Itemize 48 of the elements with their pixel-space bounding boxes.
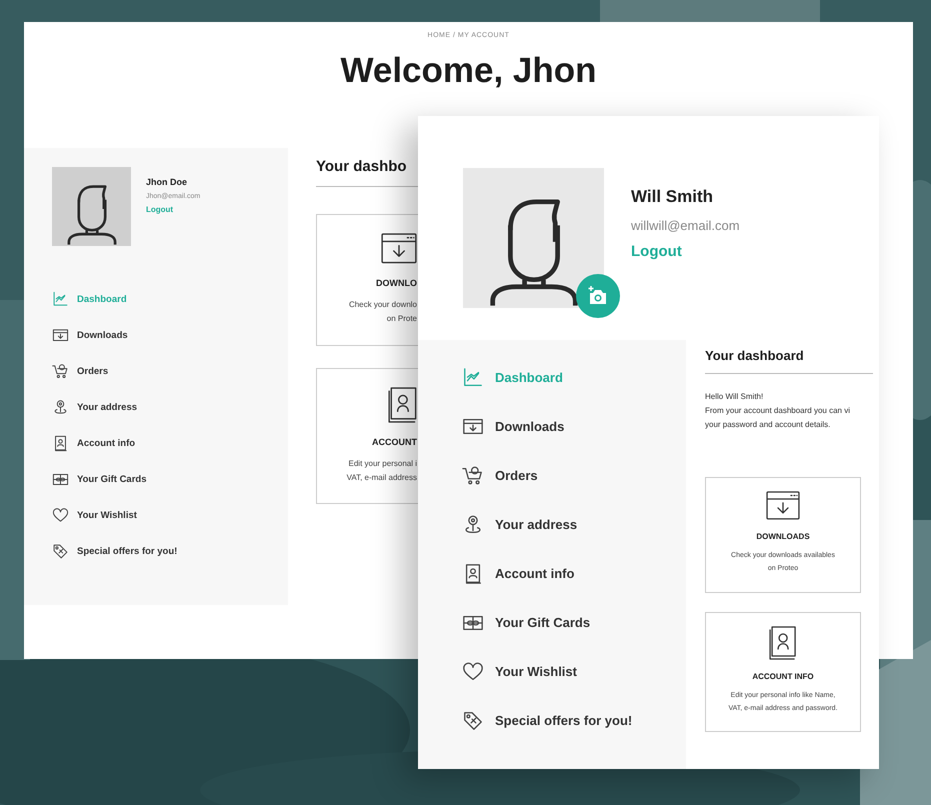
download-icon [381,233,417,264]
sidebar-item[interactable]: Your address [462,500,578,549]
download-icon [52,326,69,344]
card-title: ACCOUNT INFO [752,672,814,681]
card-title: DOWNLO [376,278,417,288]
sidebar-item[interactable]: Account info [52,425,136,461]
address-book-icon [52,434,69,452]
sidebar-item[interactable]: Orders [52,353,108,389]
heart-icon [462,660,484,682]
section-title: Your dashbo [316,158,408,175]
chart-icon [462,366,484,388]
add-photo-button[interactable] [576,274,620,318]
user-name: Jhon Doe [146,177,188,187]
card-text: Check your downlo [348,298,417,311]
dashboard-card[interactable]: ACCOUNT Edit your personal i VAT, e-mail address [316,368,418,504]
sidebar-item[interactable]: Special offers for you! [52,533,178,569]
card-title: ACCOUNT [372,437,417,447]
card-text: on Prote [386,312,417,325]
section-title: Your dashboard [705,348,805,363]
sidebar-item[interactable]: Your Gift Cards [462,598,590,647]
user-email: willwill@email.com [631,218,740,233]
chart-icon [52,290,69,308]
sidebar-item[interactable]: Downloads [52,317,128,353]
cart-icon [462,464,484,486]
user-name: Will Smith [631,187,714,207]
page-title: Welcome, Jhon [340,51,597,91]
address-book-icon [769,626,797,660]
tag-icon [52,542,69,560]
cart-icon [52,362,69,380]
card-text: VAT, e-mail address [346,472,417,484]
heart-icon [52,506,69,524]
camera-icon [587,286,609,306]
card-text: Edit your personal i [348,458,417,470]
dashboard-card[interactable]: DOWNLO Check your downlo on Prote [316,214,418,346]
tag-icon [462,710,484,732]
greeting-text: Hello Will Smith! From your account dashboard you can vi your password and account details. [705,391,851,431]
card-title: DOWNLOADS [756,532,810,541]
sidebar-item[interactable]: Your address [52,389,138,425]
sidebar-item[interactable]: Account info [462,549,574,598]
sidebar-item[interactable]: Your Wishlist [52,497,137,533]
address-book-icon [388,387,417,423]
location-pin-icon [52,398,69,416]
sidebar-item[interactable]: Your Wishlist [462,647,577,696]
sidebar-item[interactable]: Special offers for you! [462,696,632,745]
sidebar-item[interactable]: Orders [462,451,538,500]
download-icon [766,491,800,520]
sidebar-item[interactable]: Downloads [462,402,564,451]
sidebar-item[interactable]: Your Gift Cards [52,461,146,497]
